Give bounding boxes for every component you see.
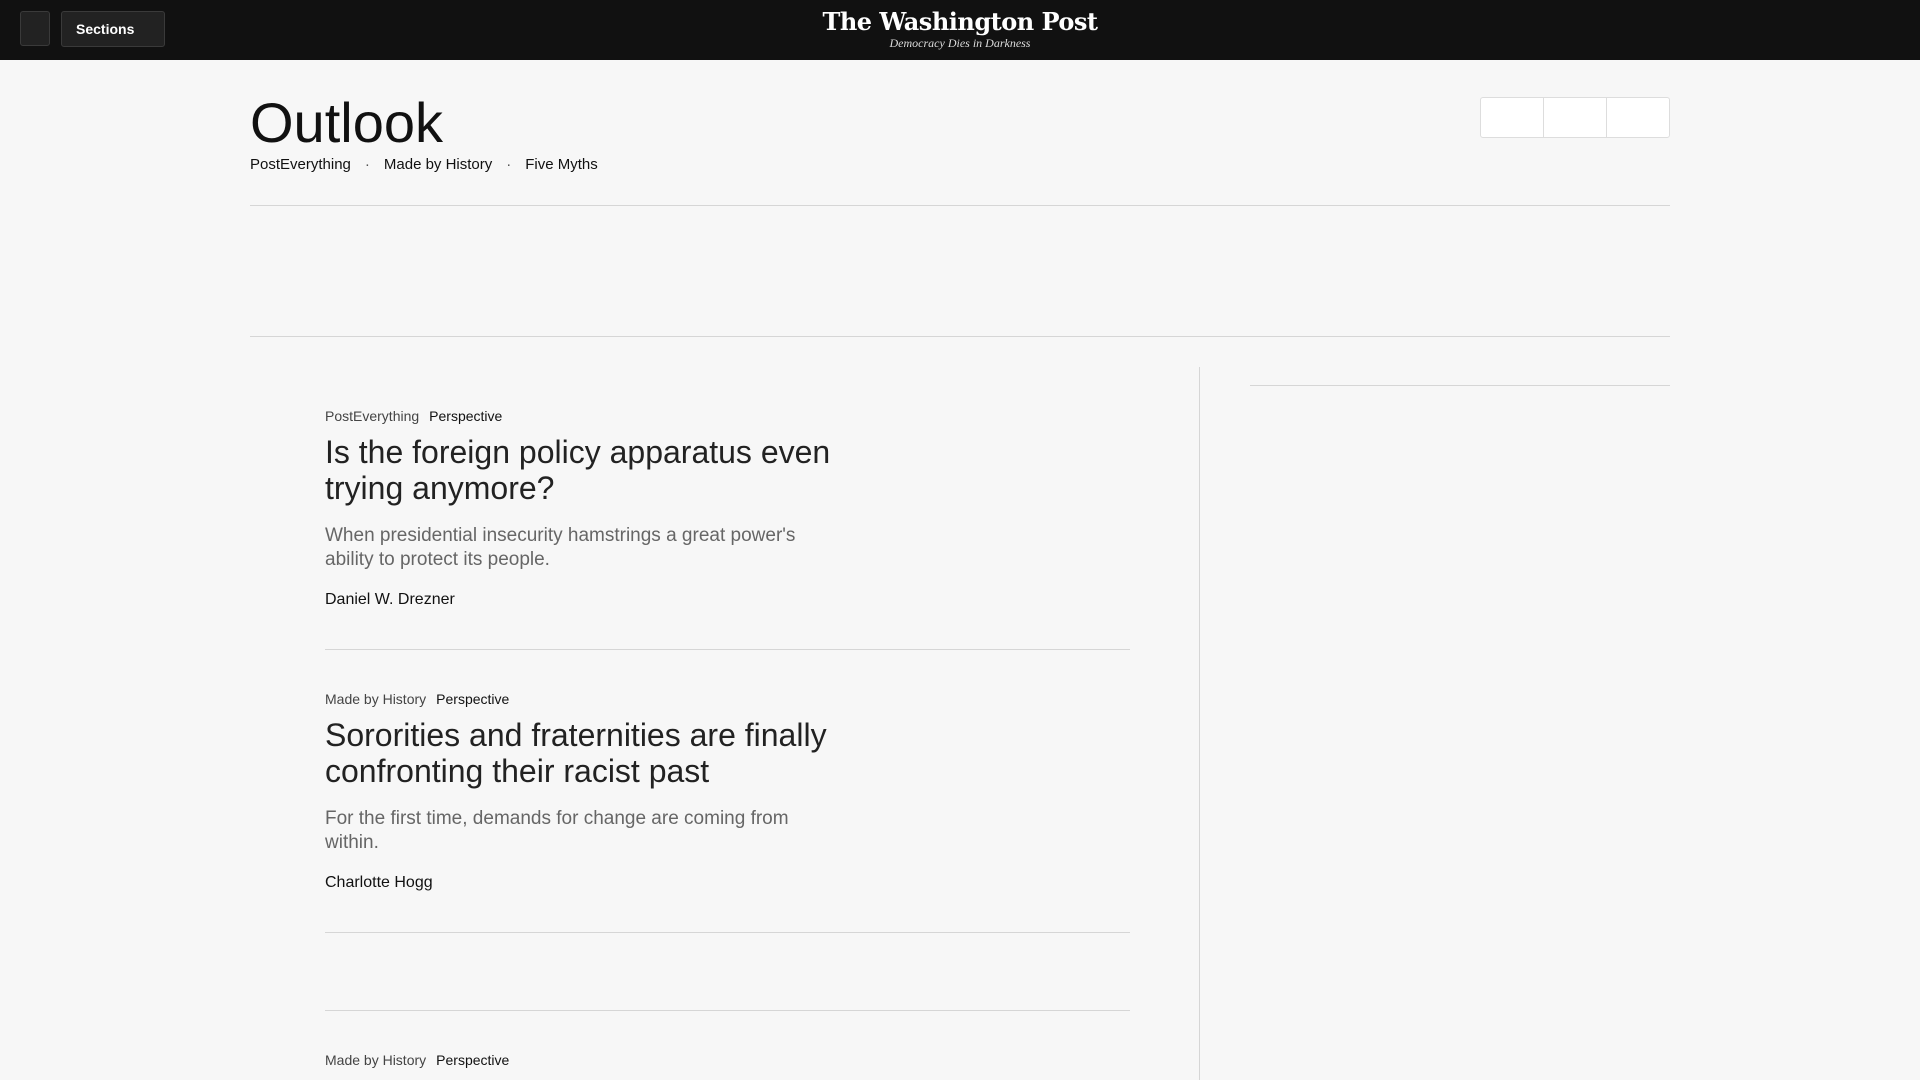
story-blurb: When presidential insecurity hamstrings …: [325, 525, 796, 570]
story-card: PostEverything Perspective Is the foreign…: [325, 407, 1130, 610]
logo-tagline: Democracy Dies in Darkness: [889, 36, 1031, 50]
story-headline[interactable]: Is the foreign policy apparatus even try…: [325, 434, 845, 506]
story-byline[interactable]: Daniel W. Drezner: [325, 590, 1130, 610]
top-nav-bar: Sections The Washington Post Democracy D…: [0, 0, 1920, 60]
perspective-label: Perspective: [436, 691, 510, 707]
subnav-separator: ·: [506, 156, 512, 173]
subnav-link-five-myths[interactable]: Five Myths: [525, 156, 598, 173]
subnav-link-made-by-history[interactable]: Made by History: [384, 156, 492, 173]
story-divider: [325, 1010, 1130, 1011]
story-kicker: PostEverything Perspective: [325, 407, 1130, 425]
story-blurb: For the first time, demands for change a…: [325, 808, 789, 853]
subnav-separator: ·: [364, 156, 370, 173]
share-button-1[interactable]: [1481, 98, 1544, 137]
story-section-link[interactable]: PostEverything: [325, 408, 419, 424]
story-section-link[interactable]: Made by History: [325, 1052, 426, 1068]
header-divider: [250, 205, 1670, 206]
right-rail-divider: [1250, 385, 1670, 386]
ad-slot-divider: [250, 336, 1670, 337]
story-byline[interactable]: Charlotte Hogg: [325, 873, 1130, 893]
story-headline[interactable]: Sororities and fraternities are finally …: [325, 717, 845, 789]
story-divider: [325, 932, 1130, 933]
section-subnav: PostEverything · Made by History · Five …: [250, 156, 598, 173]
story-card: Made by History Perspective Sororities an…: [325, 690, 1130, 893]
story-kicker: Made by History Perspective: [325, 690, 1130, 708]
perspective-label: Perspective: [429, 408, 503, 424]
subnav-link-posteverything[interactable]: PostEverything: [250, 156, 351, 173]
perspective-label: Perspective: [436, 1052, 510, 1068]
story-divider: [325, 649, 1130, 650]
logo-wordmark[interactable]: The Washington Post: [0, 8, 1920, 36]
share-button-group: [1480, 97, 1670, 138]
story-card: Made by History Perspective: [325, 1051, 1130, 1069]
share-button-2[interactable]: [1544, 98, 1607, 137]
page-title: Outlook: [250, 91, 443, 154]
story-kicker: Made by History Perspective: [325, 1051, 1130, 1069]
share-button-3[interactable]: [1607, 98, 1669, 137]
column-divider: [1199, 367, 1200, 1080]
story-section-link[interactable]: Made by History: [325, 691, 426, 707]
logo[interactable]: The Washington Post Democracy Dies in Da…: [0, 8, 1920, 51]
